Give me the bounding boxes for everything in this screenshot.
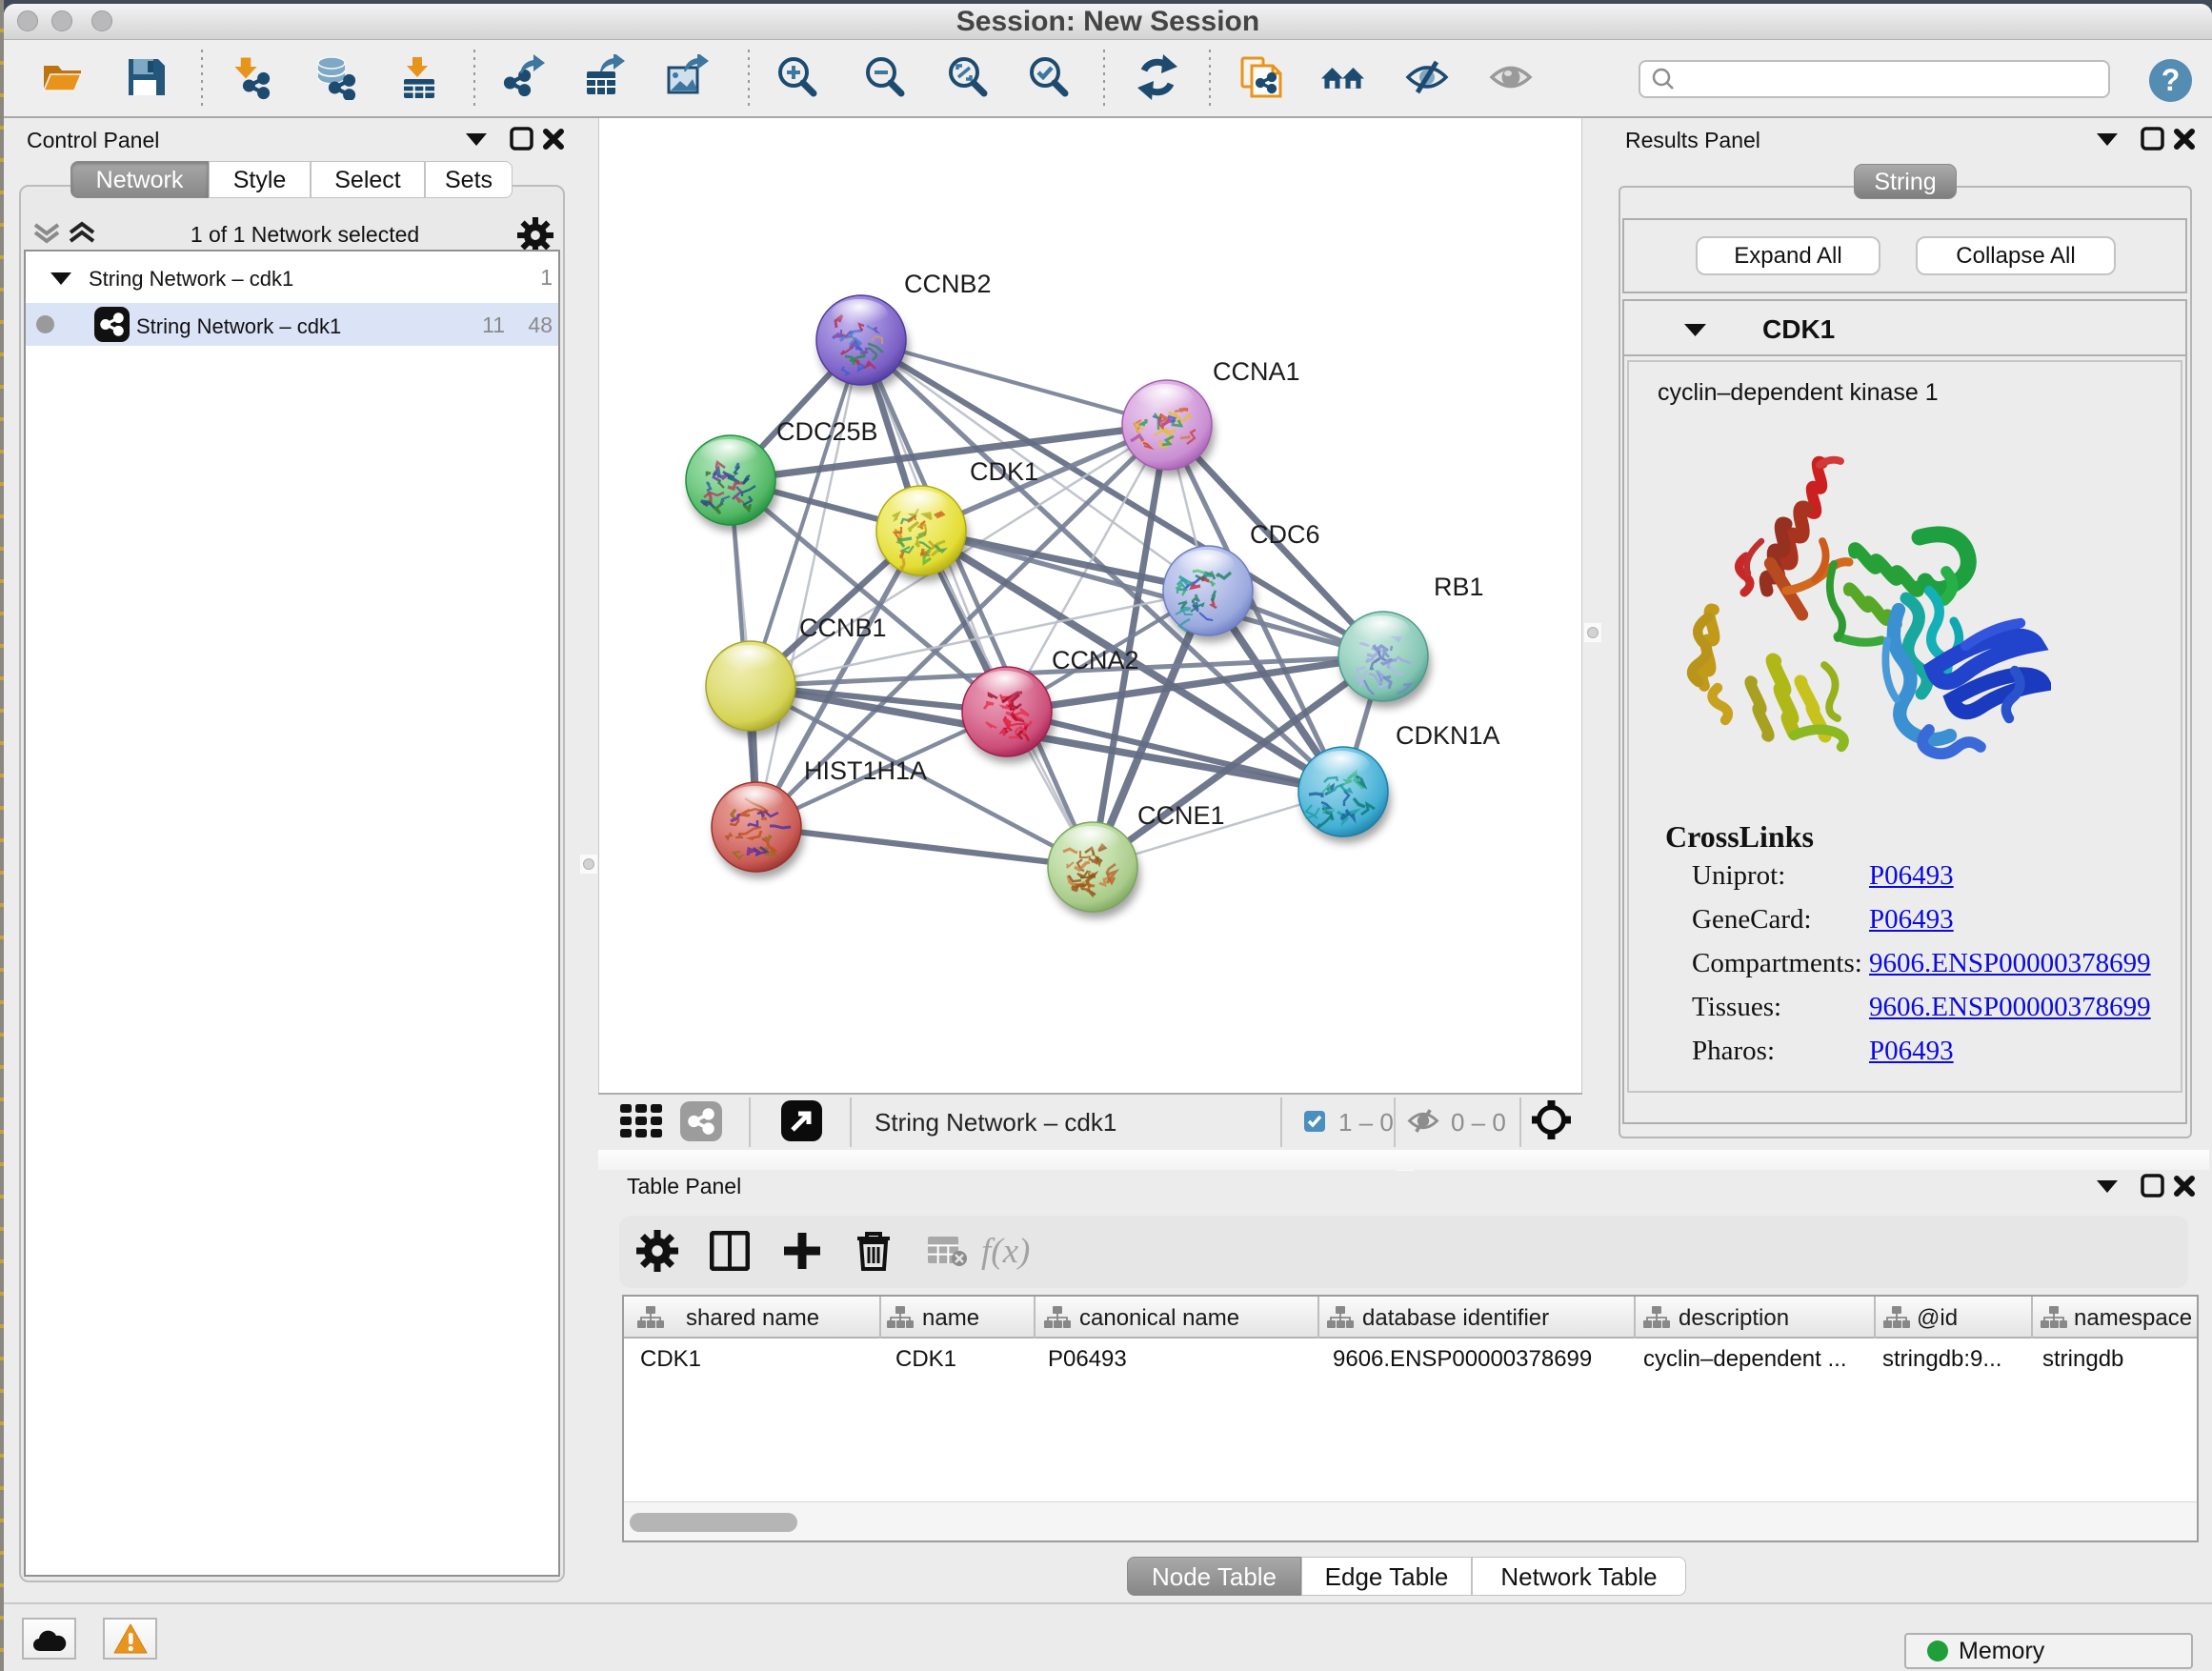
svg-text:CCNB1: CCNB1 xyxy=(799,614,887,642)
svg-text:CDKN1A: CDKN1A xyxy=(1396,721,1500,750)
svg-text:RB1: RB1 xyxy=(1434,573,1484,601)
svg-text:CCNB2: CCNB2 xyxy=(904,270,992,298)
svg-text:CDK1: CDK1 xyxy=(970,457,1038,486)
svg-text:CCNA2: CCNA2 xyxy=(1052,646,1139,674)
svg-text:CCNA1: CCNA1 xyxy=(1213,357,1300,386)
svg-text:CDC25B: CDC25B xyxy=(776,417,878,446)
svg-text:HIST1H1A: HIST1H1A xyxy=(804,756,927,785)
svg-text:CCNE1: CCNE1 xyxy=(1137,801,1225,830)
svg-text:CDC6: CDC6 xyxy=(1250,520,1320,549)
